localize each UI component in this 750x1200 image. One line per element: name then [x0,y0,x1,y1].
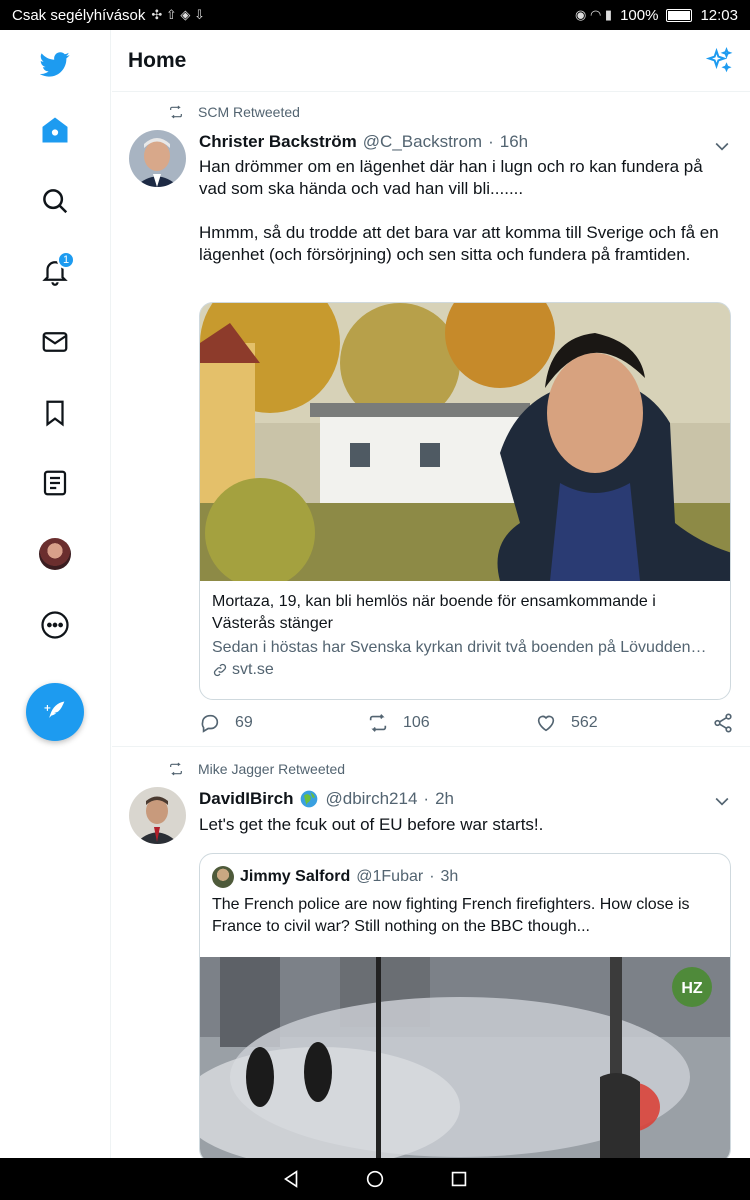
quoted-author-handle: @1Fubar [356,868,424,885]
chevron-down-icon[interactable] [712,791,732,811]
link-icon [213,663,227,677]
tweet-text: Let's get the fcuk out of EU before war … [199,815,544,834]
quoted-tweet-text: The French police are now fighting Frenc… [212,896,690,935]
page-title: Home [128,48,187,72]
bookmark-icon[interactable] [33,391,77,435]
notifications-bell-icon[interactable]: 1 [33,249,77,293]
globe-emoji-icon [301,790,318,808]
recents-square-icon[interactable] [448,1168,470,1190]
tweet-author-line: DavidIBirch @dbirch214 · 2h [199,789,454,809]
avatar[interactable] [129,787,186,844]
notifications-badge: 1 [57,251,75,269]
status-bar: Csak segélyhívások ✣ ⇧ ◈ ⇩ ◉ ◠ ▮ 100% 12… [0,0,750,30]
media-watermark: HZ [681,980,703,997]
more-options-icon[interactable] [33,603,77,647]
tweet-time[interactable]: 16h [500,132,528,152]
separator-dot: · [488,132,494,151]
carrier-label: Csak segélyhívások [12,6,146,24]
sparkle-icon[interactable] [704,46,734,76]
reply-button[interactable]: 69 [199,712,367,734]
tweet-text: Han drömmer om en lägenhet där han i lug… [199,157,719,264]
like-count: 562 [571,714,598,731]
android-navigation-bar [0,1158,750,1200]
author-name[interactable]: Christer Backström [199,132,357,152]
card-domain: svt.se [232,661,274,678]
author-handle[interactable]: @dbirch214 [325,789,417,809]
twitter-logo-icon[interactable] [33,42,77,86]
quoted-media[interactable]: HZ [200,957,730,1158]
search-icon[interactable] [33,179,77,223]
reply-icon [201,714,219,733]
quoted-author-name: Jimmy Salford [240,868,351,885]
share-icon [714,713,732,733]
tweet-author-line: Christer Backström @C_Backstrom · 16h [199,132,528,152]
messages-mail-icon[interactable] [33,320,77,364]
timeline-header: Home [112,30,750,92]
tweet-time[interactable]: 2h [435,789,454,809]
chevron-down-icon[interactable] [712,136,732,156]
quoted-avatar [212,866,234,888]
link-card[interactable]: Mortaza, 19, kan bli hemlös när boende f… [199,302,731,700]
clock: 12:03 [700,6,738,24]
quoted-tweet[interactable]: Jimmy Salford @1Fubar · 3h The French po… [199,853,731,1158]
home-icon[interactable] [33,108,77,152]
lists-icon[interactable] [33,461,77,505]
status-icons: ✣ ⇧ ◈ ⇩ [151,7,205,22]
retweet-icon [170,762,182,776]
card-description: Sedan i höstas har Svenska kyrkan drivit… [212,639,707,656]
card-image [200,303,730,581]
battery-percent: 100% [620,6,659,24]
back-icon[interactable] [280,1168,302,1190]
battery-icon [666,8,693,22]
like-button[interactable]: 562 [535,712,703,734]
retweet-context: SCM Retweeted [168,104,300,120]
heart-icon [537,715,555,732]
tweet-2[interactable]: Mike Jagger Retweeted DavidIBirch @dbirc… [112,747,750,1158]
retweet-button[interactable]: 106 [367,712,535,734]
retweeted-by: SCM Retweeted [198,104,300,120]
retweet-icon [170,105,182,119]
home-circle-icon[interactable] [364,1168,386,1190]
card-title: Mortaza, 19, kan bli hemlös när boende f… [212,593,656,632]
separator-dot: · [429,868,435,885]
author-name[interactable]: DavidIBirch [199,789,293,809]
retweet-count: 106 [403,714,430,731]
quoted-author-line: Jimmy Salford @1Fubar · 3h [212,866,458,888]
retweet-icon [369,714,387,732]
separator-dot: · [423,789,430,808]
share-button[interactable] [712,712,734,734]
retweet-context: Mike Jagger Retweeted [168,761,345,777]
author-handle[interactable]: @C_Backstrom [363,132,482,152]
quoted-tweet-time: 3h [440,868,459,885]
tweet-1[interactable]: SCM Retweeted Christer Backström @C_Back… [112,92,750,747]
eye-wifi-signal-icons: ◉ ◠ ▮ [575,7,613,22]
tweet-actions: 69 106 562 [199,712,734,734]
compose-feather-icon [44,701,65,718]
reply-count: 69 [235,714,253,731]
avatar[interactable] [129,130,186,187]
profile-avatar[interactable] [33,532,77,576]
left-navigation: 1 [0,30,111,1158]
compose-tweet-button[interactable] [26,683,84,741]
retweeted-by: Mike Jagger Retweeted [198,761,346,777]
